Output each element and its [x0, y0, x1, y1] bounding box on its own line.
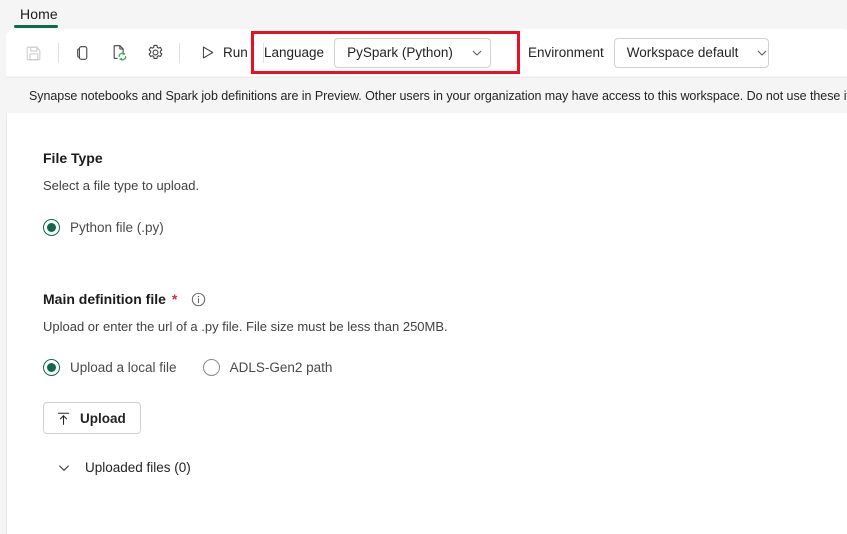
language-field-group: Language PySpark (Python) [264, 29, 492, 76]
tab-home-label: Home [20, 6, 58, 22]
radio-dot [47, 223, 56, 232]
radio-adls-gen2-path[interactable]: ADLS-Gen2 path [202, 359, 333, 376]
file-type-title: File Type [43, 150, 199, 166]
environment-dropdown-value: Workspace default [626, 45, 739, 60]
file-type-section: File Type Select a file type to upload. … [43, 150, 199, 236]
file-type-title-text: File Type [43, 150, 103, 166]
main-definition-file-description: Upload or enter the url of a .py file. F… [43, 319, 448, 334]
toolbar-separator [58, 42, 59, 63]
main-definition-file-radio-group: Upload a local file ADLS-Gen2 path [43, 359, 448, 376]
language-dropdown-value: PySpark (Python) [347, 45, 453, 60]
radio-python-file[interactable]: Python file (.py) [43, 219, 164, 236]
chevron-down-icon [472, 50, 482, 56]
chevron-down-icon [758, 50, 767, 56]
publish-refresh-icon [113, 45, 126, 61]
preview-banner: Synapse notebooks and Spark job definiti… [6, 77, 847, 113]
environment-dropdown[interactable]: Workspace default [613, 37, 769, 68]
language-dropdown[interactable]: PySpark (Python) [334, 37, 492, 68]
required-marker: * [171, 291, 178, 307]
tab-home[interactable]: Home [12, 0, 66, 28]
publish-button[interactable] [103, 37, 135, 69]
upload-button-wrapper: Upload [43, 402, 448, 434]
tab-strip: Home [0, 0, 847, 28]
radio-unselected-icon [202, 359, 220, 376]
radio-upload-local-file[interactable]: Upload a local file [43, 359, 177, 376]
main-definition-file-title-text: Main definition file [43, 291, 166, 307]
play-icon [202, 46, 214, 59]
settings-button[interactable] [139, 37, 171, 69]
toolbar-separator [179, 42, 180, 63]
save-icon [26, 46, 41, 60]
main-definition-file-info-button[interactable] [191, 292, 206, 307]
main-definition-file-section: Main definition file * Upload or enter t… [43, 291, 448, 478]
run-button-label: Run [223, 45, 248, 60]
environment-field-group: Environment Workspace default [528, 29, 769, 76]
tab-home-active-indicator [14, 25, 58, 28]
radio-adls-gen2-path-label: ADLS-Gen2 path [229, 360, 333, 375]
uploaded-files-wrapper: Uploaded files (0) [43, 460, 448, 478]
chevron-down-icon [59, 464, 69, 471]
radio-upload-local-file-label: Upload a local file [70, 360, 177, 375]
mobile-preview-icon [77, 45, 88, 60]
save-button[interactable] [18, 37, 50, 69]
radio-selected-icon [43, 219, 60, 236]
main-definition-file-title: Main definition file * [43, 291, 448, 307]
uploaded-files-label: Uploaded files (0) [85, 460, 191, 475]
file-type-description: Select a file type to upload. [43, 178, 200, 193]
radio-python-file-label: Python file (.py) [70, 220, 164, 235]
language-label: Language [264, 45, 325, 60]
toolbar: Run Language PySpark (Python) Environmen… [6, 29, 847, 76]
toolbar-left-group: Run [6, 29, 270, 76]
upload-button-label: Upload [80, 410, 126, 426]
info-icon [192, 292, 206, 306]
mobile-preview-button[interactable] [67, 37, 99, 69]
preview-banner-text: Synapse notebooks and Spark job definiti… [29, 88, 847, 103]
upload-arrow-icon [57, 412, 70, 425]
uploaded-files-expander[interactable]: Uploaded files (0) [43, 460, 191, 475]
environment-label: Environment [528, 45, 604, 60]
radio-selected-icon [43, 359, 60, 376]
upload-button[interactable]: Upload [43, 402, 141, 434]
file-type-radio-group: Python file (.py) [43, 219, 199, 236]
run-button[interactable]: Run [190, 37, 257, 69]
radio-dot [47, 363, 56, 372]
settings-gear-icon [148, 44, 162, 59]
app-window: Home Run Language PySpark (Python) Envir… [0, 0, 847, 534]
content-pane: File Type Select a file type to upload. … [6, 113, 847, 534]
